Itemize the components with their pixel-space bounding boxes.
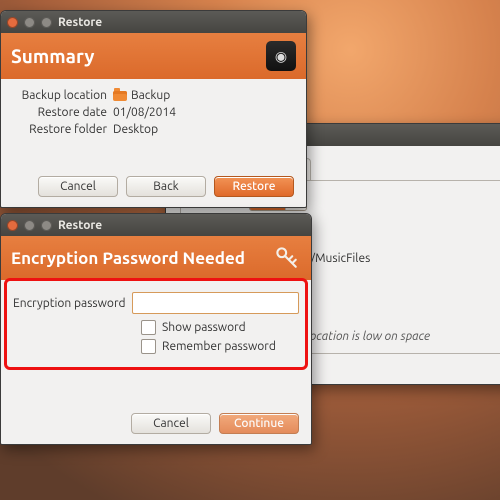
- restore-folder-value: Desktop: [113, 123, 294, 136]
- titlebar[interactable]: Restore: [1, 11, 306, 33]
- restore-date-value: 01/08/2014: [113, 106, 294, 119]
- restore-summary-window: Restore Summary ◉ Backup location Backup…: [0, 10, 307, 208]
- wizard-header: Summary ◉: [1, 33, 306, 79]
- encryption-password-window: Restore Encryption Password Needed Encry…: [0, 213, 312, 445]
- folder-icon: [113, 91, 127, 101]
- page-title: Encryption Password Needed: [11, 249, 245, 268]
- restore-button[interactable]: Restore: [214, 176, 294, 197]
- checkbox-icon: [141, 339, 156, 354]
- checkbox-icon: [141, 320, 156, 335]
- restore-date-label: Restore date: [13, 106, 113, 119]
- continue-button[interactable]: Continue: [219, 413, 299, 434]
- back-button[interactable]: Back: [126, 176, 206, 197]
- restore-folder-label: Restore folder: [13, 123, 113, 136]
- backup-location-label: Backup location: [13, 89, 113, 102]
- remember-password-checkbox[interactable]: Remember password: [141, 339, 299, 354]
- cancel-button[interactable]: Cancel: [38, 176, 118, 197]
- window-title: Restore: [58, 16, 102, 29]
- window-title: Restore: [58, 219, 102, 232]
- show-password-label: Show password: [162, 321, 246, 334]
- page-title: Summary: [11, 45, 94, 67]
- encryption-password-input[interactable]: [132, 292, 299, 314]
- deja-dup-icon: ◉: [266, 41, 296, 71]
- maximize-icon[interactable]: [41, 220, 52, 231]
- titlebar[interactable]: Restore: [1, 214, 311, 236]
- maximize-icon[interactable]: [41, 17, 52, 28]
- cancel-button[interactable]: Cancel: [131, 413, 211, 434]
- show-password-checkbox[interactable]: Show password: [141, 320, 299, 335]
- minimize-icon[interactable]: [24, 220, 35, 231]
- remember-password-label: Remember password: [162, 340, 276, 353]
- close-icon[interactable]: [7, 220, 18, 231]
- minimize-icon[interactable]: [24, 17, 35, 28]
- backup-location-value: Backup: [113, 89, 294, 102]
- keys-icon: [273, 244, 301, 272]
- encryption-password-label: Encryption password: [13, 297, 126, 310]
- wizard-header: Encryption Password Needed: [1, 236, 311, 280]
- close-icon[interactable]: [7, 17, 18, 28]
